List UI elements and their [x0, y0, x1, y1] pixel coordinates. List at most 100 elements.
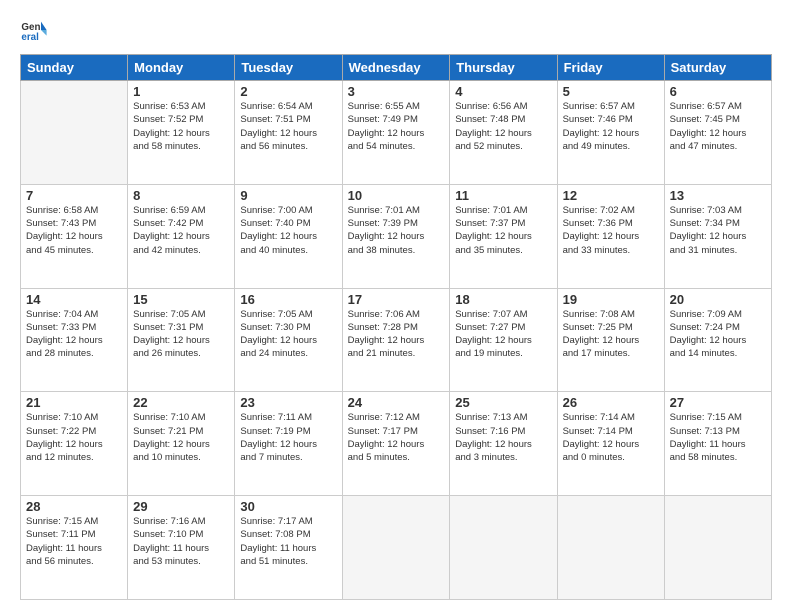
calendar-cell — [450, 496, 557, 600]
day-info: Sunrise: 6:56 AM Sunset: 7:48 PM Dayligh… — [455, 100, 551, 153]
day-number: 13 — [670, 188, 766, 203]
day-number: 14 — [26, 292, 122, 307]
logo-icon: Gen eral — [20, 16, 48, 44]
calendar-cell: 27Sunrise: 7:15 AM Sunset: 7:13 PM Dayli… — [664, 392, 771, 496]
day-info: Sunrise: 7:16 AM Sunset: 7:10 PM Dayligh… — [133, 515, 229, 568]
calendar-cell: 14Sunrise: 7:04 AM Sunset: 7:33 PM Dayli… — [21, 288, 128, 392]
day-info: Sunrise: 7:15 AM Sunset: 7:11 PM Dayligh… — [26, 515, 122, 568]
calendar-cell: 26Sunrise: 7:14 AM Sunset: 7:14 PM Dayli… — [557, 392, 664, 496]
calendar-body: 1Sunrise: 6:53 AM Sunset: 7:52 PM Daylig… — [21, 81, 772, 600]
day-info: Sunrise: 7:01 AM Sunset: 7:39 PM Dayligh… — [348, 204, 445, 257]
calendar-cell: 1Sunrise: 6:53 AM Sunset: 7:52 PM Daylig… — [128, 81, 235, 185]
weekday-header: Saturday — [664, 55, 771, 81]
day-info: Sunrise: 7:00 AM Sunset: 7:40 PM Dayligh… — [240, 204, 336, 257]
calendar-cell: 5Sunrise: 6:57 AM Sunset: 7:46 PM Daylig… — [557, 81, 664, 185]
calendar-cell: 16Sunrise: 7:05 AM Sunset: 7:30 PM Dayli… — [235, 288, 342, 392]
calendar-cell: 20Sunrise: 7:09 AM Sunset: 7:24 PM Dayli… — [664, 288, 771, 392]
day-number: 4 — [455, 84, 551, 99]
calendar-cell: 23Sunrise: 7:11 AM Sunset: 7:19 PM Dayli… — [235, 392, 342, 496]
calendar-cell: 15Sunrise: 7:05 AM Sunset: 7:31 PM Dayli… — [128, 288, 235, 392]
day-number: 30 — [240, 499, 336, 514]
calendar-table: SundayMondayTuesdayWednesdayThursdayFrid… — [20, 54, 772, 600]
weekday-header: Wednesday — [342, 55, 450, 81]
svg-text:eral: eral — [21, 32, 39, 43]
calendar-cell: 19Sunrise: 7:08 AM Sunset: 7:25 PM Dayli… — [557, 288, 664, 392]
calendar-cell — [21, 81, 128, 185]
day-info: Sunrise: 7:03 AM Sunset: 7:34 PM Dayligh… — [670, 204, 766, 257]
calendar-cell: 10Sunrise: 7:01 AM Sunset: 7:39 PM Dayli… — [342, 184, 450, 288]
day-info: Sunrise: 7:01 AM Sunset: 7:37 PM Dayligh… — [455, 204, 551, 257]
calendar-cell — [557, 496, 664, 600]
day-number: 7 — [26, 188, 122, 203]
day-info: Sunrise: 7:08 AM Sunset: 7:25 PM Dayligh… — [563, 308, 659, 361]
calendar-cell: 22Sunrise: 7:10 AM Sunset: 7:21 PM Dayli… — [128, 392, 235, 496]
day-info: Sunrise: 7:05 AM Sunset: 7:31 PM Dayligh… — [133, 308, 229, 361]
day-number: 5 — [563, 84, 659, 99]
calendar-cell: 18Sunrise: 7:07 AM Sunset: 7:27 PM Dayli… — [450, 288, 557, 392]
calendar-week-row: 21Sunrise: 7:10 AM Sunset: 7:22 PM Dayli… — [21, 392, 772, 496]
calendar-cell: 8Sunrise: 6:59 AM Sunset: 7:42 PM Daylig… — [128, 184, 235, 288]
calendar-cell: 25Sunrise: 7:13 AM Sunset: 7:16 PM Dayli… — [450, 392, 557, 496]
day-number: 12 — [563, 188, 659, 203]
calendar-cell: 6Sunrise: 6:57 AM Sunset: 7:45 PM Daylig… — [664, 81, 771, 185]
day-number: 27 — [670, 395, 766, 410]
page: Gen eral SundayMondayTuesdayWednesdayThu… — [0, 0, 792, 612]
day-number: 28 — [26, 499, 122, 514]
day-info: Sunrise: 7:10 AM Sunset: 7:22 PM Dayligh… — [26, 411, 122, 464]
calendar-cell: 2Sunrise: 6:54 AM Sunset: 7:51 PM Daylig… — [235, 81, 342, 185]
calendar-cell: 3Sunrise: 6:55 AM Sunset: 7:49 PM Daylig… — [342, 81, 450, 185]
calendar-cell — [342, 496, 450, 600]
day-number: 29 — [133, 499, 229, 514]
calendar-cell: 13Sunrise: 7:03 AM Sunset: 7:34 PM Dayli… — [664, 184, 771, 288]
calendar-week-row: 14Sunrise: 7:04 AM Sunset: 7:33 PM Dayli… — [21, 288, 772, 392]
day-info: Sunrise: 7:10 AM Sunset: 7:21 PM Dayligh… — [133, 411, 229, 464]
day-number: 15 — [133, 292, 229, 307]
calendar-cell: 28Sunrise: 7:15 AM Sunset: 7:11 PM Dayli… — [21, 496, 128, 600]
day-info: Sunrise: 6:59 AM Sunset: 7:42 PM Dayligh… — [133, 204, 229, 257]
calendar-cell: 4Sunrise: 6:56 AM Sunset: 7:48 PM Daylig… — [450, 81, 557, 185]
logo: Gen eral — [20, 16, 52, 44]
day-info: Sunrise: 7:09 AM Sunset: 7:24 PM Dayligh… — [670, 308, 766, 361]
calendar-cell: 29Sunrise: 7:16 AM Sunset: 7:10 PM Dayli… — [128, 496, 235, 600]
day-info: Sunrise: 6:54 AM Sunset: 7:51 PM Dayligh… — [240, 100, 336, 153]
day-number: 17 — [348, 292, 445, 307]
calendar-cell: 24Sunrise: 7:12 AM Sunset: 7:17 PM Dayli… — [342, 392, 450, 496]
day-info: Sunrise: 7:13 AM Sunset: 7:16 PM Dayligh… — [455, 411, 551, 464]
calendar-cell: 30Sunrise: 7:17 AM Sunset: 7:08 PM Dayli… — [235, 496, 342, 600]
calendar-week-row: 1Sunrise: 6:53 AM Sunset: 7:52 PM Daylig… — [21, 81, 772, 185]
calendar-week-row: 7Sunrise: 6:58 AM Sunset: 7:43 PM Daylig… — [21, 184, 772, 288]
day-number: 9 — [240, 188, 336, 203]
day-number: 10 — [348, 188, 445, 203]
day-number: 3 — [348, 84, 445, 99]
day-number: 6 — [670, 84, 766, 99]
day-info: Sunrise: 7:02 AM Sunset: 7:36 PM Dayligh… — [563, 204, 659, 257]
day-number: 11 — [455, 188, 551, 203]
day-info: Sunrise: 6:57 AM Sunset: 7:46 PM Dayligh… — [563, 100, 659, 153]
day-number: 23 — [240, 395, 336, 410]
day-info: Sunrise: 6:57 AM Sunset: 7:45 PM Dayligh… — [670, 100, 766, 153]
day-info: Sunrise: 7:17 AM Sunset: 7:08 PM Dayligh… — [240, 515, 336, 568]
day-number: 21 — [26, 395, 122, 410]
weekday-header: Sunday — [21, 55, 128, 81]
calendar-cell — [664, 496, 771, 600]
day-info: Sunrise: 7:05 AM Sunset: 7:30 PM Dayligh… — [240, 308, 336, 361]
weekday-header: Friday — [557, 55, 664, 81]
weekday-header: Tuesday — [235, 55, 342, 81]
day-info: Sunrise: 7:14 AM Sunset: 7:14 PM Dayligh… — [563, 411, 659, 464]
day-number: 26 — [563, 395, 659, 410]
day-info: Sunrise: 7:12 AM Sunset: 7:17 PM Dayligh… — [348, 411, 445, 464]
calendar-header: SundayMondayTuesdayWednesdayThursdayFrid… — [21, 55, 772, 81]
day-number: 1 — [133, 84, 229, 99]
day-number: 8 — [133, 188, 229, 203]
weekday-header: Thursday — [450, 55, 557, 81]
calendar-cell: 7Sunrise: 6:58 AM Sunset: 7:43 PM Daylig… — [21, 184, 128, 288]
day-number: 19 — [563, 292, 659, 307]
day-info: Sunrise: 7:07 AM Sunset: 7:27 PM Dayligh… — [455, 308, 551, 361]
day-number: 2 — [240, 84, 336, 99]
day-number: 20 — [670, 292, 766, 307]
day-info: Sunrise: 7:06 AM Sunset: 7:28 PM Dayligh… — [348, 308, 445, 361]
day-info: Sunrise: 6:58 AM Sunset: 7:43 PM Dayligh… — [26, 204, 122, 257]
day-number: 22 — [133, 395, 229, 410]
day-number: 24 — [348, 395, 445, 410]
day-info: Sunrise: 7:15 AM Sunset: 7:13 PM Dayligh… — [670, 411, 766, 464]
